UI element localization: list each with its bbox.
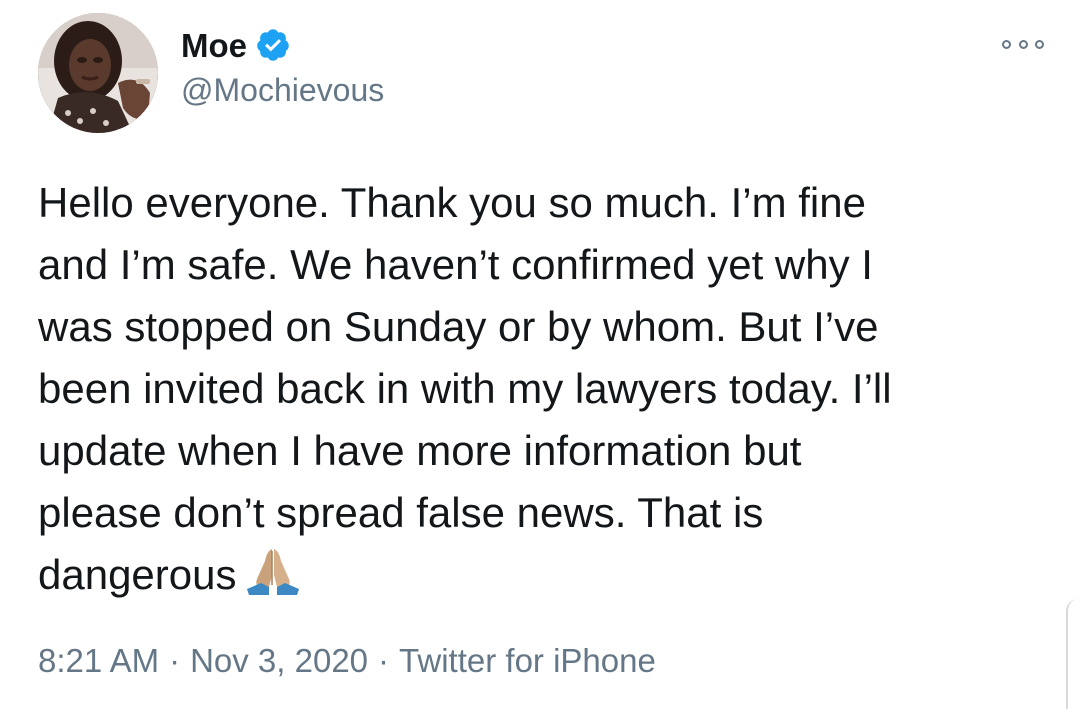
author-name-row[interactable]: Moe [181, 22, 291, 68]
tweet-text: Hello everyone. Thank you so much. I’m f… [38, 179, 892, 598]
tweet-body: Hello everyone. Thank you so much. I’m f… [38, 172, 1038, 606]
tweet-time[interactable]: 8:21 AM [38, 644, 159, 677]
next-card-edge [1066, 599, 1080, 709]
tweet-date[interactable]: Nov 3, 2020 [190, 644, 368, 677]
more-dot [1002, 39, 1011, 49]
more-dot [1018, 39, 1028, 49]
more-dot [1035, 39, 1044, 49]
display-name[interactable]: Moe [181, 29, 247, 62]
avatar-photo [38, 13, 158, 133]
meta-separator: · [169, 642, 181, 679]
meta-separator: · [378, 642, 390, 679]
author-handle[interactable]: @Mochievous [181, 74, 384, 106]
tweet-source[interactable]: Twitter for iPhone [399, 644, 656, 677]
tweet-meta: 8:21 AM · Nov 3, 2020 · Twitter for iPho… [38, 644, 656, 677]
verified-badge-icon [255, 27, 291, 63]
avatar[interactable] [38, 13, 158, 133]
more-options-icon[interactable] [1002, 34, 1044, 54]
folded-hands-emoji [243, 545, 303, 597]
